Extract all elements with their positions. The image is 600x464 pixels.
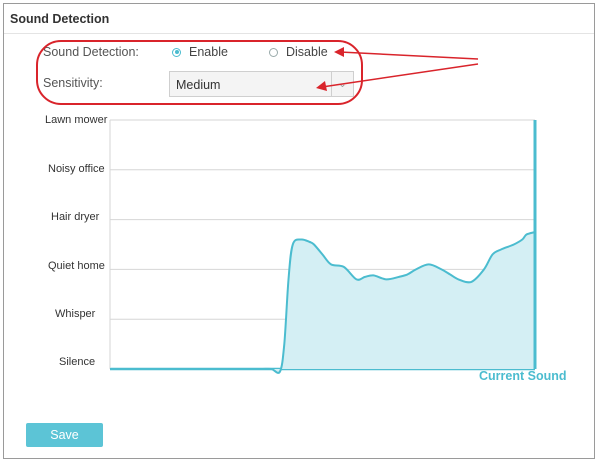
current-sound-label: Current Sound: [479, 369, 567, 383]
sound-level-chart: [109, 119, 537, 374]
save-button[interactable]: Save: [26, 423, 103, 447]
